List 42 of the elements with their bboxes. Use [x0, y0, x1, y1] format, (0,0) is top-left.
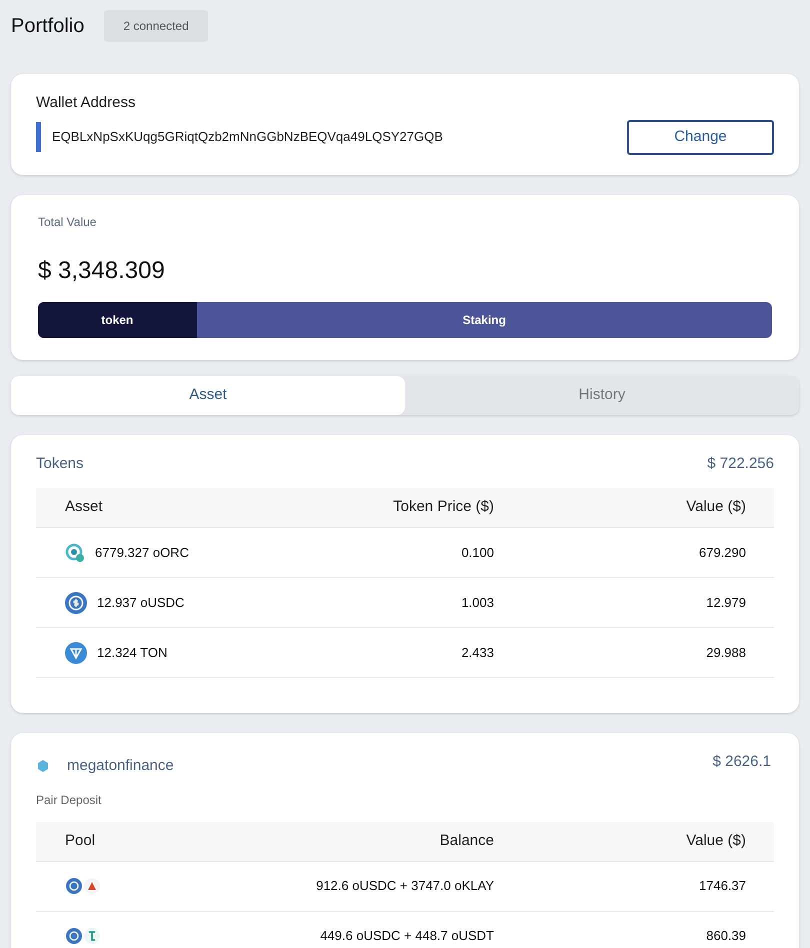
- section-total: $ 722.256: [707, 454, 774, 474]
- table-cell-text: 12.324 TON: [97, 644, 168, 662]
- tab[interactable]: History: [405, 376, 799, 414]
- accent-bar: [36, 122, 41, 152]
- column-header: Token Price ($): [392, 497, 494, 518]
- wallet-address: EQBLxNpSxKUqg5GRiqtQzb2mNnGGbNzBEQVqa49LQSY27GQB: [52, 128, 443, 146]
- connection-badge: 2 connected: [104, 10, 208, 42]
- dollar-coin-icon: [65, 592, 87, 614]
- tab[interactable]: Asset: [11, 376, 405, 414]
- table-cell-text: 0.100: [460, 544, 494, 562]
- column-header: Asset: [64, 497, 104, 518]
- table-cell-text: 1.003: [460, 594, 494, 612]
- coin-pair-icon: [65, 877, 101, 895]
- table-cell-text: 2.433: [460, 644, 494, 662]
- table-cell-text: 860.39: [705, 927, 746, 946]
- protocol-name: megatonfinance: [67, 756, 174, 776]
- total-value: $ 3,348.309: [38, 256, 166, 286]
- page-title: Portfolio: [11, 14, 84, 39]
- coin-icon: [65, 542, 85, 562]
- total-label: Total Value: [38, 214, 98, 230]
- triangle-coin-icon: [65, 642, 87, 664]
- column-header: Value ($): [685, 497, 746, 518]
- section-subtitle: Pair Deposit: [36, 792, 102, 808]
- table-cell-text: 29.988: [705, 644, 746, 662]
- staking-label: Staking: [462, 312, 507, 328]
- table-cell-text: 449.6 oUSDC + 448.7 oUSDT: [319, 927, 494, 946]
- column-header: Balance: [438, 830, 494, 851]
- table-cell-text: 6779.327 oORC: [95, 544, 189, 562]
- wallet-label: Wallet Address: [36, 93, 136, 113]
- section-total: $ 2626.1: [712, 752, 771, 772]
- distribution-fill: token: [38, 302, 197, 338]
- table-cell-text: 12.979: [705, 594, 746, 612]
- column-header: Pool: [64, 830, 96, 851]
- table-cell-text: 912.6 oUSDC + 3747.0 oKLAY: [315, 877, 494, 896]
- hexagon-logo-icon: [36, 759, 50, 774]
- table-cell-text: 1746.37: [698, 877, 746, 896]
- table-cell-text: 12.937 oUSDC: [97, 594, 184, 612]
- coin-pair-icon: [65, 927, 101, 945]
- column-header: Value ($): [685, 830, 746, 851]
- change-button[interactable]: Change: [627, 120, 774, 154]
- section-title: Tokens: [36, 454, 84, 474]
- table-cell-text: 679.290: [698, 544, 746, 562]
